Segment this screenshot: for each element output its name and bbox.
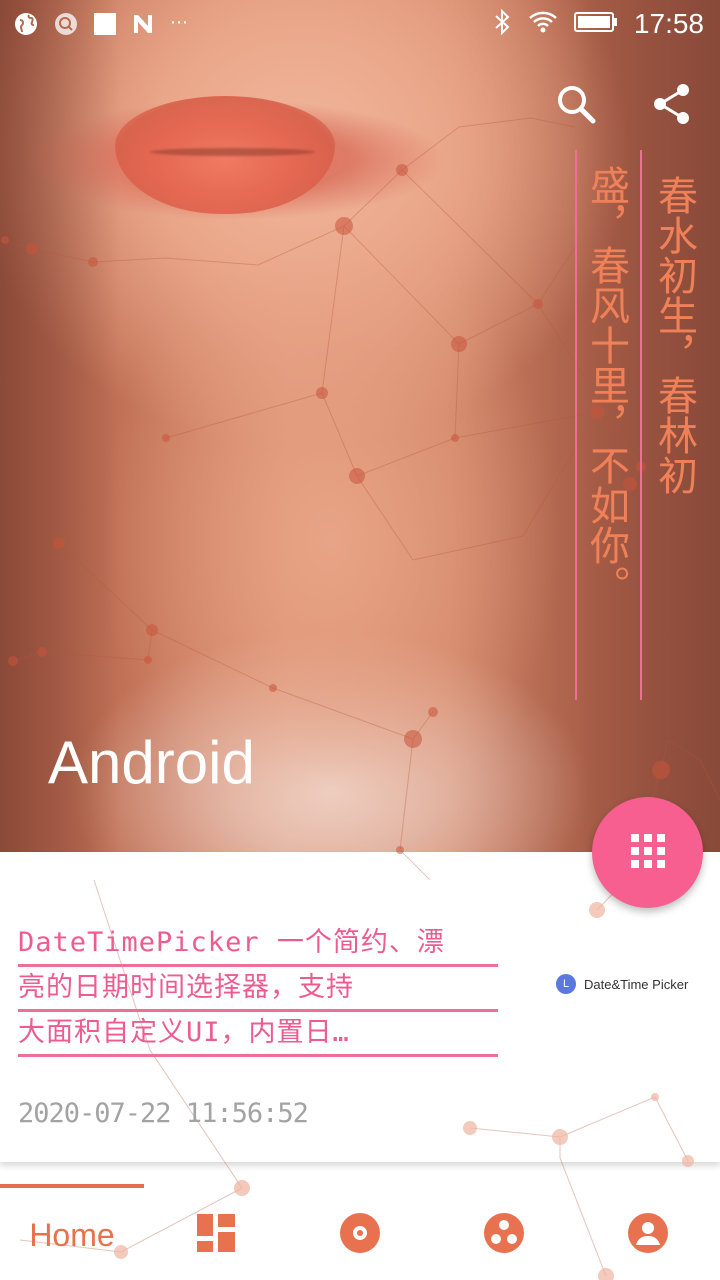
wifi-icon: [528, 9, 558, 39]
apps-circle-icon: [483, 1212, 525, 1258]
poem-column-left: 盛，春风十里，不如你。: [583, 165, 629, 605]
share-icon[interactable]: [650, 82, 694, 126]
article-title-line: 大面积自定义UI，内置日…: [18, 1012, 498, 1057]
article-title-line: DateTimePicker 一个简约、漂: [18, 922, 498, 967]
more-dots-icon: ⋯: [170, 12, 189, 33]
account-icon: [627, 1212, 669, 1258]
nav-item-disc[interactable]: [288, 1190, 432, 1280]
search-icon[interactable]: [554, 82, 598, 126]
nav-selected-indicator: [0, 1184, 144, 1188]
nav-item-home[interactable]: Home: [0, 1190, 144, 1280]
clock-logo-icon: L: [556, 974, 576, 994]
grid-icon: [630, 833, 665, 872]
n-logo-icon: [132, 13, 154, 39]
status-bar: ⋯ 17:58: [0, 0, 720, 50]
nav-item-dashboard[interactable]: [144, 1190, 288, 1280]
poem-column-right: 春水初生，春林初: [651, 175, 697, 495]
clock: 17:58: [633, 8, 704, 39]
disc-icon: [339, 1212, 381, 1258]
hero-title: Android: [48, 729, 255, 796]
nav-home-label: Home: [29, 1216, 115, 1253]
nav-item-apps[interactable]: [432, 1190, 576, 1280]
dashboard-icon: [197, 1214, 235, 1256]
article-thumbnail: L Date&Time Picker: [556, 974, 688, 994]
nav-item-account[interactable]: [576, 1190, 720, 1280]
square-icon: [94, 13, 116, 39]
grid-fab-button[interactable]: [592, 797, 703, 908]
article-date: 2020-07-22 11:56:52: [18, 1098, 309, 1129]
search-bubble-icon: [54, 12, 78, 40]
globe-icon: [14, 12, 38, 40]
battery-icon: [573, 10, 618, 38]
article-title[interactable]: DateTimePicker 一个简约、漂 亮的日期时间选择器，支持 大面积自定…: [18, 922, 498, 1057]
article-title-line: 亮的日期时间选择器，支持: [18, 967, 498, 1012]
thumbnail-label: Date&Time Picker: [584, 976, 689, 992]
bluetooth-icon: [492, 8, 512, 40]
